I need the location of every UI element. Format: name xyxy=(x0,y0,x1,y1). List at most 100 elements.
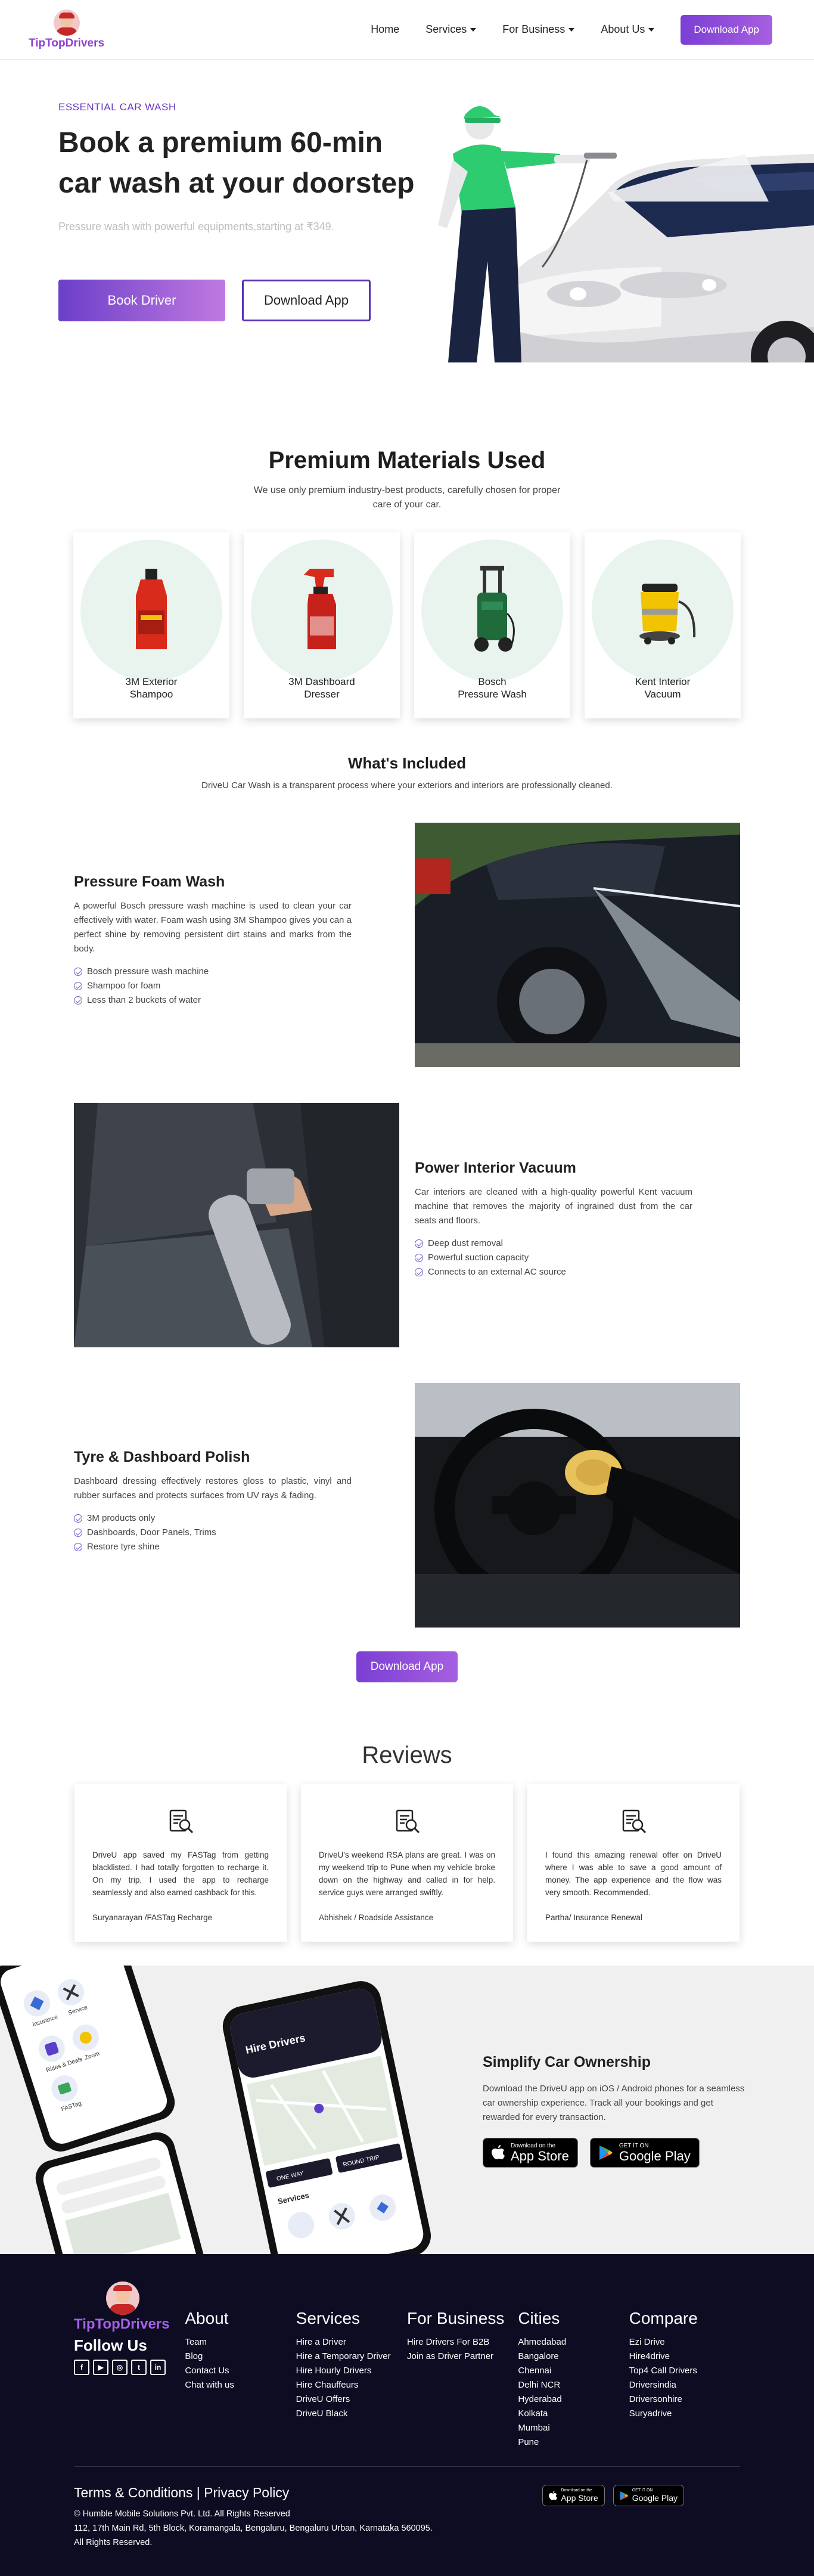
header-download-app-button[interactable]: Download App xyxy=(681,14,772,45)
review-text: I found this amazing renewal offer on Dr… xyxy=(545,1850,722,1897)
footer-brand-name: TipTopDrivers xyxy=(74,2316,170,2332)
footer-link[interactable]: Bangalore xyxy=(518,2351,558,2361)
brand-logo[interactable]: TipTopDrivers xyxy=(29,9,104,50)
footer-col-title: Services xyxy=(296,2309,361,2327)
check-circle-icon xyxy=(74,1543,82,1551)
review-text: DriveU app saved my FASTag from getting … xyxy=(92,1850,269,1897)
footer-link[interactable]: Pune xyxy=(518,2437,539,2447)
footer-legal: © Humble Mobile Solutions Pvt. Ltd. All … xyxy=(74,2507,740,2550)
car-wash-illustration xyxy=(438,106,814,362)
product-label: Kent Interior Vacuum xyxy=(635,676,691,700)
footer-link[interactable]: Team xyxy=(185,2337,207,2347)
footer-link[interactable]: Join as Driver Partner xyxy=(407,2351,493,2361)
footer-link[interactable]: Hire4drive xyxy=(629,2351,670,2361)
footer-link[interactable]: DriveU Offers xyxy=(296,2394,350,2404)
reviews-title: Reviews xyxy=(362,1742,452,1768)
promo-content: Simplify Car Ownership Download the Driv… xyxy=(483,2054,745,2168)
instagram-icon[interactable]: ◎ xyxy=(112,2360,128,2375)
check-circle-icon xyxy=(415,1268,423,1276)
footer-google-play-badge[interactable]: GET IT ON Google Play xyxy=(613,2485,684,2506)
feature-tyre-dashboard-polish: Tyre & Dashboard Polish Dashboard dressi… xyxy=(74,1383,740,1628)
footer-col-for-business: For Business Hire Drivers For B2B Join a… xyxy=(407,2281,518,2450)
review-text: DriveU's weekend RSA plans are great. I … xyxy=(319,1850,495,1897)
footer-link[interactable]: Hire Hourly Drivers xyxy=(296,2366,372,2376)
hero-download-app-button[interactable]: Download App xyxy=(242,280,371,321)
footer-link[interactable]: Mumbai xyxy=(518,2423,549,2433)
list-item: Bosch pressure wash machine xyxy=(74,965,352,979)
footer-app-store-badge[interactable]: Download on the App Store xyxy=(542,2485,605,2506)
footer-col-compare: Compare Ezi Drive Hire4drive Top4 Call D… xyxy=(629,2281,740,2450)
rights-text: All Rights Reserved. xyxy=(74,2538,153,2547)
review-document-icon xyxy=(396,1809,420,1834)
google-play-badge[interactable]: GET IT ON Google Play xyxy=(589,2138,700,2168)
interior-vacuum-photo xyxy=(74,1103,399,1347)
feature-description: A powerful Bosch pressure wash machine i… xyxy=(74,901,352,954)
review-author: Suryanarayan /FASTag Recharge xyxy=(92,1913,213,1922)
facebook-icon[interactable]: f xyxy=(74,2360,89,2375)
check-circle-icon xyxy=(74,996,82,1005)
nav-services[interactable]: Services xyxy=(425,23,477,36)
chevron-down-icon xyxy=(648,27,655,32)
footer-link[interactable]: Contact Us xyxy=(185,2366,229,2376)
footer-logo[interactable]: TipTopDrivers xyxy=(74,2281,185,2333)
apple-icon xyxy=(549,2490,558,2500)
footer-link[interactable]: Chat with us xyxy=(185,2380,234,2390)
footer-link[interactable]: Ahmedabad xyxy=(518,2337,566,2347)
check-circle-icon xyxy=(74,1514,82,1523)
dashboard-polish-photo xyxy=(415,1383,740,1628)
footer-link[interactable]: Hire a Temporary Driver xyxy=(296,2351,391,2361)
review-author: Abhishek / Roadside Assistance xyxy=(319,1913,434,1922)
nav-for-business-label: For Business xyxy=(502,23,566,35)
footer-link[interactable]: Ezi Drive xyxy=(629,2337,665,2347)
check-circle-icon xyxy=(74,1529,82,1537)
nav-about-us-label: About Us xyxy=(601,23,645,35)
footer-link[interactable]: Top4 Call Drivers xyxy=(629,2366,697,2376)
footer-link[interactable]: Driversindia xyxy=(629,2380,676,2390)
review-document-icon xyxy=(169,1809,194,1834)
google-play-icon xyxy=(620,2491,629,2500)
app-promo-section: Insurance Service Rides & Deals Zoom FAS… xyxy=(0,1966,814,2254)
footer-link[interactable]: Hire a Driver xyxy=(296,2337,346,2347)
review-card: DriveU app saved my FASTag from getting … xyxy=(74,1784,287,1942)
footer-app-store-small-text: Download on the xyxy=(561,2488,592,2493)
app-store-badge[interactable]: Download on the App Store xyxy=(483,2138,578,2168)
nav-about-us[interactable]: About Us xyxy=(601,23,655,36)
hero-title-line-2: car wash at your doorstep xyxy=(58,168,415,199)
youtube-icon[interactable]: ▶ xyxy=(93,2360,108,2375)
chevron-down-icon xyxy=(470,27,477,32)
footer-link[interactable]: Chennai xyxy=(518,2366,551,2376)
footer-col-services: Services Hire a Driver Hire a Temporary … xyxy=(296,2281,407,2450)
footer-link[interactable]: Hire Chauffeurs xyxy=(296,2380,359,2390)
included-title: What's Included xyxy=(347,754,467,772)
footer-link[interactable]: Blog xyxy=(185,2351,203,2361)
pressure-wash-photo xyxy=(415,823,740,1067)
footer-col-title: About xyxy=(185,2309,229,2327)
footer-link[interactable]: Kolkata xyxy=(518,2408,548,2419)
feature-text: Power Interior Vacuum Car interiors are … xyxy=(415,1160,692,1279)
feature-checklist: 3M products only Dashboards, Door Panels… xyxy=(74,1511,352,1554)
product-label: 3M Dashboard Dresser xyxy=(288,676,355,700)
book-driver-button[interactable]: Book Driver xyxy=(58,280,225,321)
promo-title: Simplify Car Ownership xyxy=(483,2054,651,2070)
footer-link[interactable]: DriveU Black xyxy=(296,2408,348,2419)
footer-link[interactable]: Suryadrive xyxy=(629,2408,672,2419)
feature-text: Pressure Foam Wash A powerful Bosch pres… xyxy=(74,873,352,1008)
footer-link[interactable]: Hire Drivers For B2B xyxy=(407,2337,489,2347)
list-item: 3M products only xyxy=(74,1511,352,1526)
nav-for-business[interactable]: For Business xyxy=(502,23,575,36)
reviews-section: Reviews DriveU app saved my FASTag from … xyxy=(0,1742,814,1942)
feature-pressure-foam-wash: Pressure Foam Wash A powerful Bosch pres… xyxy=(74,823,740,1067)
check-circle-icon xyxy=(74,968,82,976)
included-download-app-button[interactable]: Download App xyxy=(356,1651,458,1682)
footer-col-title: Compare xyxy=(629,2309,698,2327)
hero-title: Book a premium 60-min car wash at your d… xyxy=(58,123,416,204)
footer-link[interactable]: Delhi NCR xyxy=(518,2380,560,2390)
terms-privacy-link[interactable]: Terms & Conditions | Privacy Policy xyxy=(74,2485,289,2500)
linkedin-icon[interactable]: in xyxy=(150,2360,166,2375)
premium-title: Premium Materials Used xyxy=(268,447,546,473)
nav-home[interactable]: Home xyxy=(371,23,399,36)
twitter-icon[interactable]: t xyxy=(131,2360,147,2375)
footer-link[interactable]: Driversonhire xyxy=(629,2394,682,2404)
footer-link[interactable]: Hyderabad xyxy=(518,2394,561,2404)
chevron-down-icon xyxy=(568,27,575,32)
